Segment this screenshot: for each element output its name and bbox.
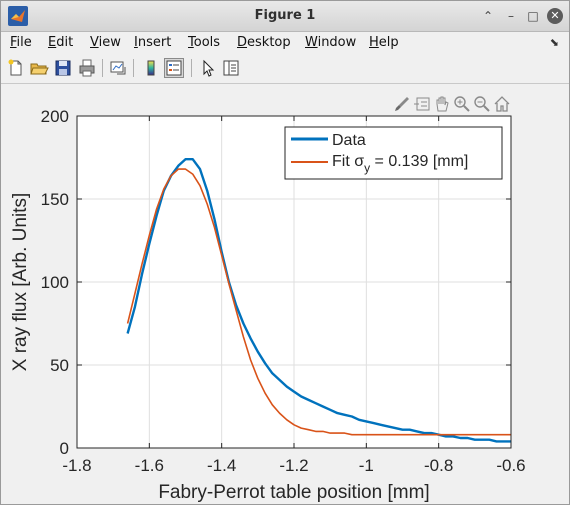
- x-axis-label: Fabry-Perrot table position [mm]: [158, 482, 429, 503]
- x-tick-label: -1.2: [279, 456, 308, 475]
- legend-fit-prefix: Fit σ: [332, 153, 364, 170]
- legend[interactable]: Data Fit σy = 0.139 [mm]: [284, 126, 503, 180]
- x-tick-label: -1.4: [207, 456, 236, 475]
- y-tick-label: 150: [41, 190, 69, 209]
- x-tick-label: -0.8: [424, 456, 453, 475]
- y-tick-label: 100: [41, 273, 69, 292]
- y-tick-label: 0: [60, 439, 69, 458]
- legend-data-label: Data: [332, 132, 366, 149]
- y-tick-label: 50: [50, 356, 69, 375]
- legend-fit-suffix: = 0.139 [mm]: [370, 153, 468, 170]
- y-tick-label: 200: [41, 107, 69, 126]
- x-tick-label: -1.8: [62, 456, 91, 475]
- y-axis-label: X ray flux [Arb. Units]: [10, 193, 31, 371]
- x-tick-label: -1: [359, 456, 374, 475]
- axes-plot[interactable]: -1.8 -1.6 -1.4 -1.2 -1 -0.8 -0.6 0 50 100 150 200 F…: [1, 1, 569, 504]
- figure-window: Figure 1 ⌃ – □ ✕ File Edit View Insert T…: [0, 0, 570, 505]
- x-tick-label: -1.6: [135, 456, 164, 475]
- x-tick-label: -0.6: [496, 456, 525, 475]
